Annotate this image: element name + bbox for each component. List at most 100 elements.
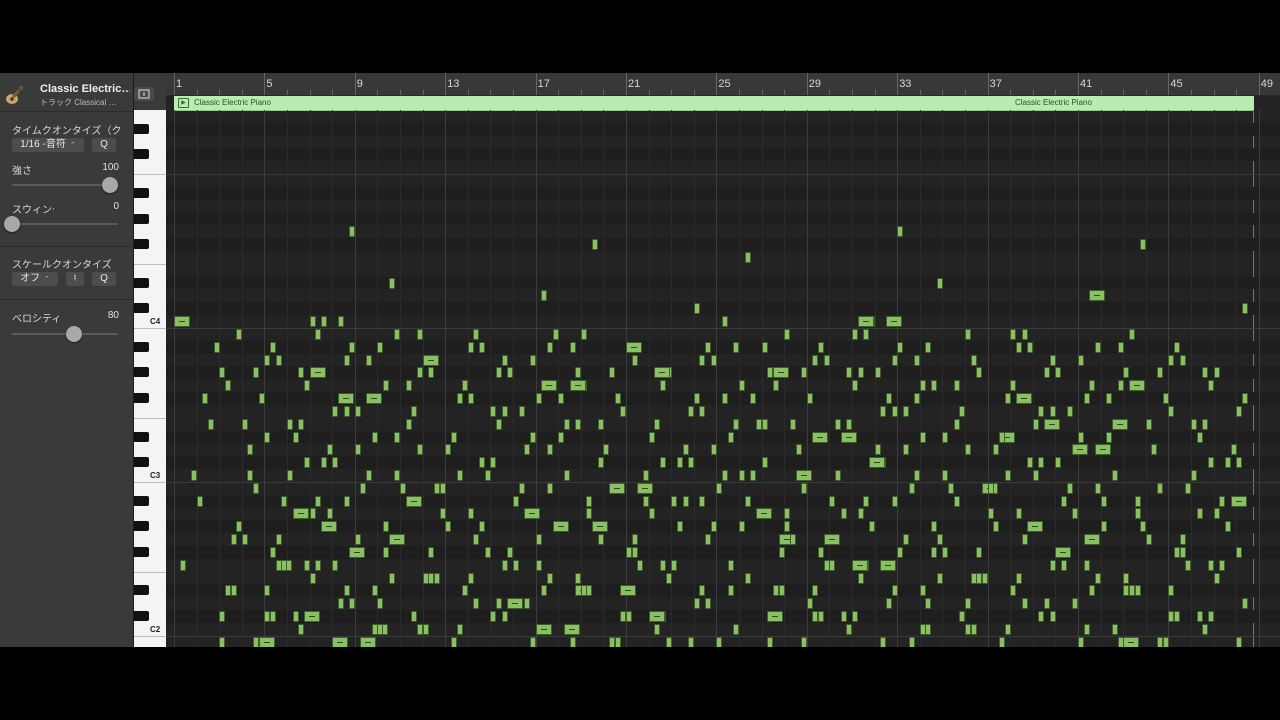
midi-note[interactable] (648, 610, 665, 622)
midi-note[interactable] (349, 341, 356, 353)
midi-note[interactable] (987, 508, 994, 520)
midi-note[interactable] (744, 495, 751, 507)
midi-note[interactable] (970, 354, 977, 366)
midi-note[interactable] (541, 380, 558, 392)
midi-note[interactable] (863, 328, 870, 340)
midi-note[interactable] (501, 559, 508, 571)
midi-note[interactable] (795, 444, 802, 456)
midi-note[interactable] (563, 418, 570, 430)
midi-note[interactable] (936, 534, 943, 546)
midi-note[interactable] (303, 610, 320, 622)
midi-note[interactable] (823, 534, 840, 546)
midi-note[interactable] (761, 457, 768, 469)
midi-note[interactable] (258, 636, 275, 647)
midi-note[interactable] (179, 559, 186, 571)
midi-note[interactable] (416, 328, 423, 340)
midi-note[interactable] (366, 393, 383, 405)
midi-note[interactable] (1123, 367, 1130, 379)
midi-note[interactable] (688, 405, 695, 417)
black-key[interactable] (134, 187, 149, 198)
midi-note[interactable] (1106, 393, 1113, 405)
strength-slider-knob[interactable] (102, 177, 118, 193)
midi-note[interactable] (315, 559, 322, 571)
midi-note[interactable] (998, 431, 1005, 443)
midi-note[interactable] (953, 495, 960, 507)
midi-note[interactable] (897, 341, 904, 353)
midi-note[interactable] (812, 354, 819, 366)
midi-note[interactable] (1202, 367, 1209, 379)
midi-note[interactable] (727, 559, 734, 571)
midi-note[interactable] (891, 405, 898, 417)
midi-note[interactable] (1044, 367, 1051, 379)
midi-note[interactable] (710, 521, 717, 533)
midi-note[interactable] (513, 559, 519, 571)
midi-note[interactable] (1157, 367, 1164, 379)
midi-note[interactable] (1140, 521, 1147, 533)
midi-note[interactable] (326, 444, 333, 456)
midi-note[interactable] (1174, 341, 1181, 353)
midi-note[interactable] (422, 354, 439, 366)
midi-note[interactable] (569, 341, 576, 353)
midi-note[interactable] (1145, 534, 1152, 546)
midi-note[interactable] (337, 393, 354, 405)
midi-note[interactable] (642, 495, 649, 507)
midi-note[interactable] (219, 610, 226, 622)
midi-note[interactable] (546, 444, 553, 456)
midi-note[interactable] (1078, 354, 1084, 366)
midi-note[interactable] (671, 495, 678, 507)
midi-note[interactable] (609, 482, 626, 494)
midi-note[interactable] (902, 405, 909, 417)
midi-note[interactable] (1162, 636, 1169, 647)
midi-note[interactable] (1083, 623, 1090, 635)
midi-note[interactable] (496, 367, 503, 379)
midi-note[interactable] (388, 277, 395, 289)
catch-playhead-button[interactable] (134, 87, 154, 101)
midi-note[interactable] (450, 431, 457, 443)
midi-note[interactable] (1004, 469, 1011, 481)
midi-note[interactable] (953, 418, 960, 430)
midi-note[interactable] (1055, 457, 1062, 469)
midi-note[interactable] (366, 469, 373, 481)
midi-note[interactable] (1083, 559, 1090, 571)
midi-note[interactable] (529, 354, 536, 366)
midi-note[interactable] (631, 534, 638, 546)
midi-note[interactable] (354, 444, 361, 456)
midi-note[interactable] (388, 572, 395, 584)
midi-note[interactable] (1196, 508, 1203, 520)
midi-note[interactable] (202, 393, 209, 405)
midi-note[interactable] (699, 495, 706, 507)
midi-note[interactable] (258, 393, 265, 405)
midi-note[interactable] (1032, 469, 1039, 481)
midi-note[interactable] (320, 521, 337, 533)
midi-note[interactable] (1015, 341, 1022, 353)
midi-note[interactable] (1089, 380, 1096, 392)
midi-note[interactable] (987, 482, 994, 494)
midi-note[interactable] (196, 495, 203, 507)
midi-note[interactable] (1027, 521, 1044, 533)
midi-note[interactable] (705, 341, 712, 353)
time-quantize-q-button[interactable]: Q (92, 138, 116, 152)
midi-note[interactable] (394, 328, 401, 340)
midi-note[interactable] (846, 623, 853, 635)
midi-note[interactable] (648, 508, 655, 520)
midi-note[interactable] (784, 521, 791, 533)
midi-note[interactable] (428, 546, 435, 558)
midi-note[interactable] (1168, 405, 1175, 417)
midi-note[interactable] (659, 457, 666, 469)
midi-note[interactable] (1134, 508, 1141, 520)
midi-note[interactable] (1185, 559, 1192, 571)
midi-note[interactable] (739, 521, 745, 533)
midi-note[interactable] (281, 559, 288, 571)
midi-note[interactable] (332, 457, 339, 469)
midi-note[interactable] (801, 636, 808, 647)
midi-note[interactable] (863, 495, 870, 507)
midi-note[interactable] (744, 252, 751, 264)
midi-note[interactable] (880, 636, 887, 647)
midi-note[interactable] (1066, 482, 1073, 494)
midi-note[interactable] (219, 636, 226, 647)
midi-note[interactable] (1049, 559, 1056, 571)
black-key[interactable] (134, 213, 149, 224)
midi-note[interactable] (1230, 495, 1247, 507)
midi-note[interactable] (270, 610, 277, 622)
midi-note[interactable] (1049, 405, 1056, 417)
